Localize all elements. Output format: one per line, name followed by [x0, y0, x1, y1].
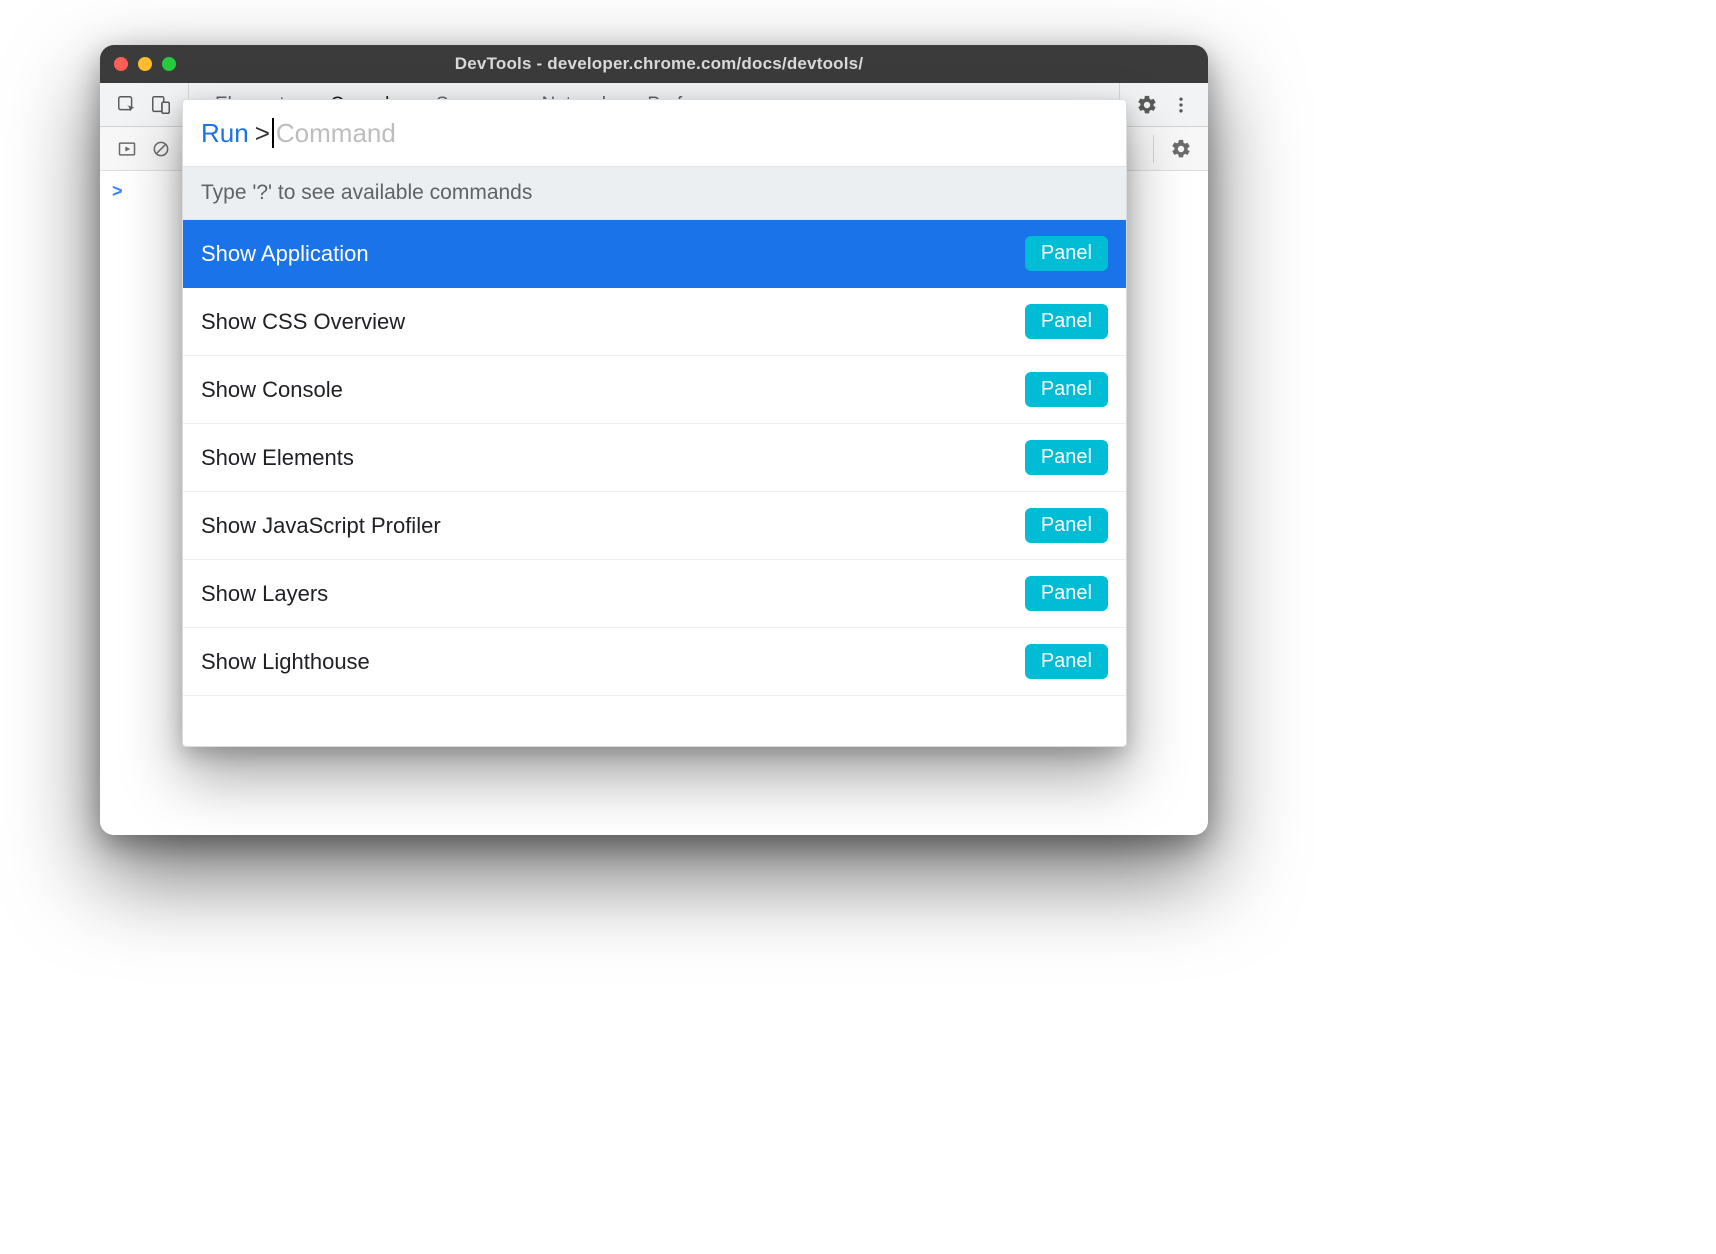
devtools-window: DevTools - developer.chrome.com/docs/dev… — [100, 45, 1208, 835]
command-item-label: Show Lighthouse — [201, 649, 370, 675]
window-title: DevTools - developer.chrome.com/docs/dev… — [124, 54, 1194, 74]
command-list: Show Application Panel Show CSS Overview… — [183, 220, 1126, 696]
command-item-show-layers[interactable]: Show Layers Panel — [183, 560, 1126, 628]
kebab-menu-icon[interactable] — [1164, 83, 1198, 127]
clear-console-icon[interactable] — [144, 132, 178, 166]
command-item-badge: Panel — [1025, 440, 1108, 475]
command-hint: Type '?' to see available commands — [183, 166, 1126, 220]
command-item-label: Show Console — [201, 377, 343, 403]
command-item-badge: Panel — [1025, 372, 1108, 407]
console-settings-gear-icon[interactable] — [1164, 132, 1198, 166]
window-titlebar: DevTools - developer.chrome.com/docs/dev… — [100, 45, 1208, 83]
command-item-label: Show CSS Overview — [201, 309, 405, 335]
command-item-badge: Panel — [1025, 304, 1108, 339]
console-prompt-chevron-icon: > — [112, 181, 123, 202]
command-item-badge: Panel — [1025, 508, 1108, 543]
command-item-badge: Panel — [1025, 236, 1108, 271]
command-item-show-lighthouse[interactable]: Show Lighthouse Panel — [183, 628, 1126, 696]
command-item-badge: Panel — [1025, 576, 1108, 611]
toggle-sidebar-icon[interactable] — [110, 132, 144, 166]
command-input-row[interactable]: Run > Command — [183, 100, 1126, 166]
command-menu: Run > Command Type '?' to see available … — [182, 99, 1127, 747]
command-item-show-console[interactable]: Show Console Panel — [183, 356, 1126, 424]
command-chevron-icon: > — [255, 118, 270, 149]
command-item-show-javascript-profiler[interactable]: Show JavaScript Profiler Panel — [183, 492, 1126, 560]
command-item-show-application[interactable]: Show Application Panel — [183, 220, 1126, 288]
toolbar-right-section — [1119, 83, 1208, 126]
command-item-show-css-overview[interactable]: Show CSS Overview Panel — [183, 288, 1126, 356]
toolbar-left-section — [100, 83, 189, 126]
command-item-label: Show Elements — [201, 445, 354, 471]
text-cursor — [272, 118, 274, 148]
command-run-label: Run — [201, 118, 249, 149]
command-item-label: Show Application — [201, 241, 369, 267]
command-input-placeholder: Command — [276, 118, 396, 149]
settings-gear-icon[interactable] — [1130, 83, 1164, 127]
device-toolbar-icon[interactable] — [144, 83, 178, 127]
command-item-show-elements[interactable]: Show Elements Panel — [183, 424, 1126, 492]
toolbar-divider — [1153, 135, 1154, 163]
command-item-label: Show JavaScript Profiler — [201, 513, 441, 539]
command-item-label: Show Layers — [201, 581, 328, 607]
inspect-element-icon[interactable] — [110, 83, 144, 127]
command-item-badge: Panel — [1025, 644, 1108, 679]
